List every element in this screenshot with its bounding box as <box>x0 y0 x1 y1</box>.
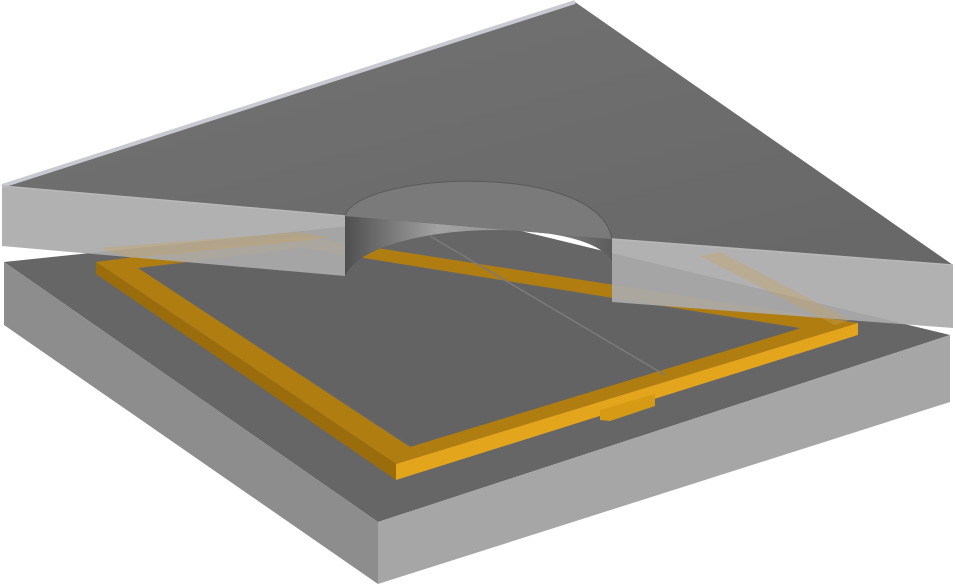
3d-package-diagram <box>1 0 954 584</box>
